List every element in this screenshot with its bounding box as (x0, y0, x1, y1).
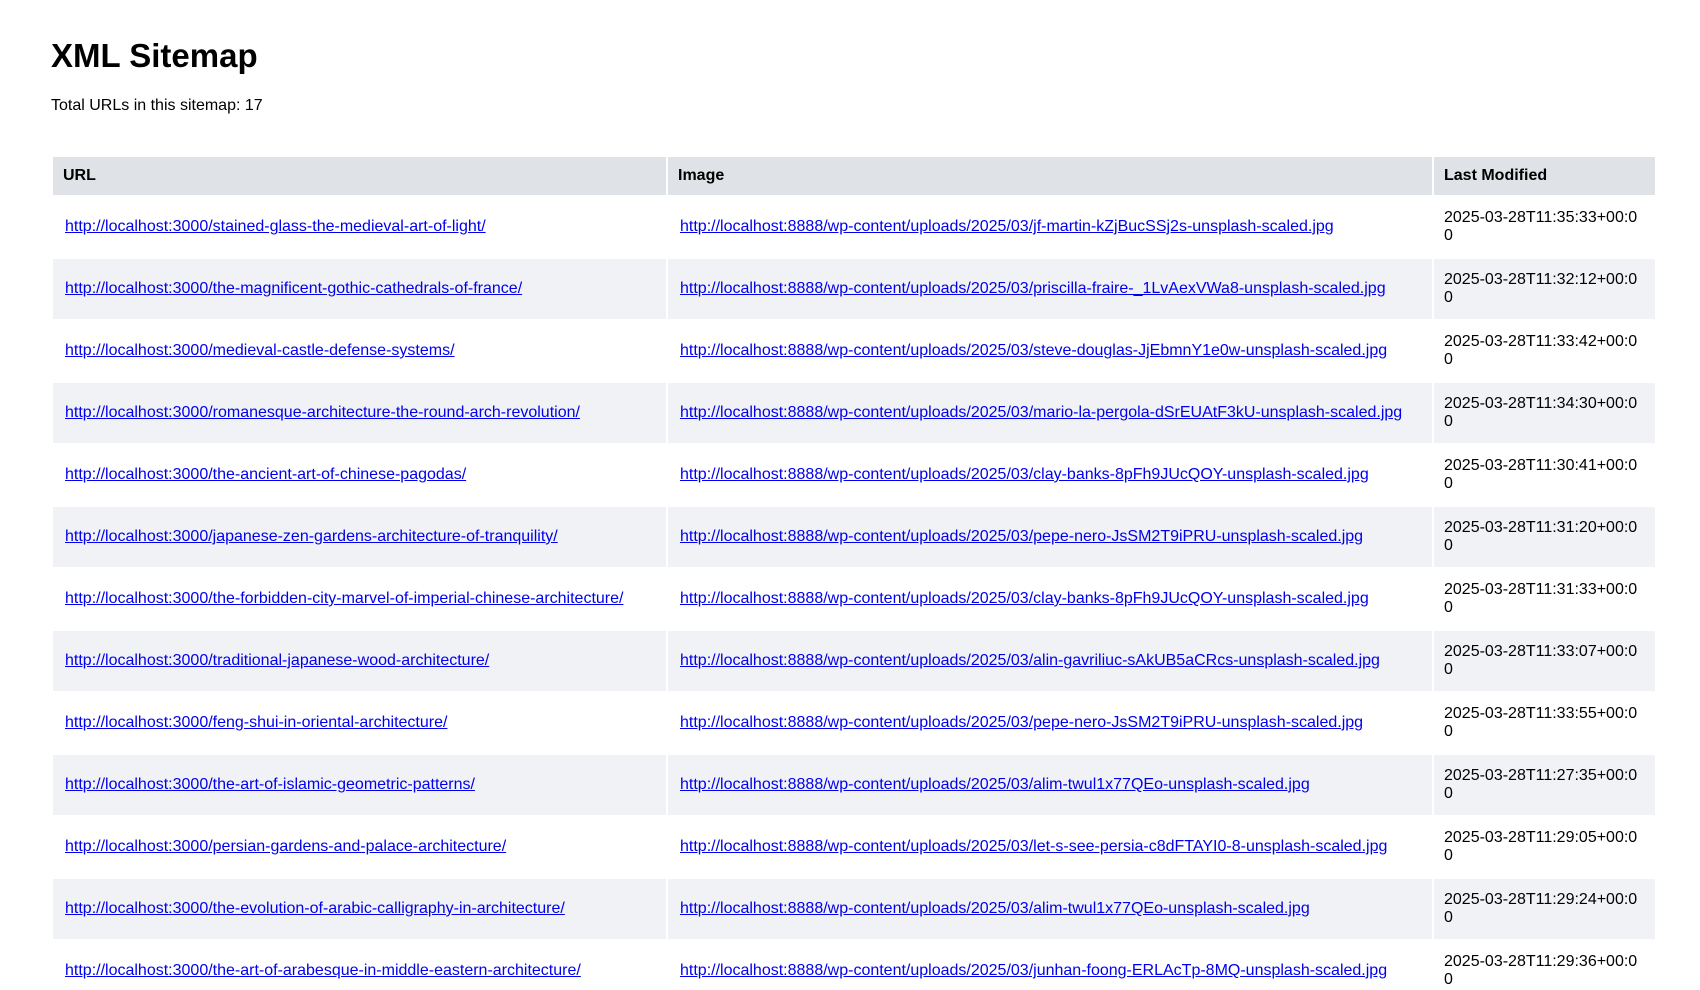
column-header-last-modified: Last Modified (1434, 157, 1655, 195)
page-url-link[interactable]: http://localhost:3000/traditional-japane… (65, 652, 489, 669)
url-cell: http://localhost:3000/the-art-of-islamic… (53, 755, 666, 815)
table-row: http://localhost:3000/the-evolution-of-a… (53, 879, 1655, 939)
last-modified-cell: 2025-03-28T11:27:35+00:00 (1434, 755, 1655, 815)
image-cell: http://localhost:8888/wp-content/uploads… (668, 507, 1432, 567)
url-cell: http://localhost:3000/the-evolution-of-a… (53, 879, 666, 939)
page-url-link[interactable]: http://localhost:3000/the-magnificent-go… (65, 280, 522, 297)
page-url-link[interactable]: http://localhost:3000/the-forbidden-city… (65, 590, 623, 607)
image-url-link[interactable]: http://localhost:8888/wp-content/uploads… (680, 776, 1310, 793)
image-url-link[interactable]: http://localhost:8888/wp-content/uploads… (680, 280, 1386, 297)
image-url-link[interactable]: http://localhost:8888/wp-content/uploads… (680, 528, 1363, 545)
table-row: http://localhost:3000/the-art-of-islamic… (53, 755, 1655, 815)
image-cell: http://localhost:8888/wp-content/uploads… (668, 879, 1432, 939)
url-cell: http://localhost:3000/stained-glass-the-… (53, 197, 666, 257)
image-cell: http://localhost:8888/wp-content/uploads… (668, 755, 1432, 815)
page-url-link[interactable]: http://localhost:3000/medieval-castle-de… (65, 342, 455, 359)
table-row: http://localhost:3000/the-ancient-art-of… (53, 445, 1655, 505)
image-cell: http://localhost:8888/wp-content/uploads… (668, 631, 1432, 691)
sitemap-page: XML Sitemap Total URLs in this sitemap: … (0, 0, 1700, 990)
image-cell: http://localhost:8888/wp-content/uploads… (668, 383, 1432, 443)
last-modified-cell: 2025-03-28T11:31:33+00:00 (1434, 569, 1655, 629)
table-header-row: URL Image Last Modified (53, 157, 1655, 195)
page-url-link[interactable]: http://localhost:3000/persian-gardens-an… (65, 838, 506, 855)
image-cell: http://localhost:8888/wp-content/uploads… (668, 817, 1432, 877)
table-row: http://localhost:3000/traditional-japane… (53, 631, 1655, 691)
url-cell: http://localhost:3000/feng-shui-in-orien… (53, 693, 666, 753)
image-cell: http://localhost:8888/wp-content/uploads… (668, 321, 1432, 381)
image-url-link[interactable]: http://localhost:8888/wp-content/uploads… (680, 838, 1387, 855)
url-cell: http://localhost:3000/romanesque-archite… (53, 383, 666, 443)
last-modified-cell: 2025-03-28T11:29:24+00:00 (1434, 879, 1655, 939)
page-url-link[interactable]: http://localhost:3000/romanesque-archite… (65, 404, 580, 421)
image-cell: http://localhost:8888/wp-content/uploads… (668, 569, 1432, 629)
table-row: http://localhost:3000/feng-shui-in-orien… (53, 693, 1655, 753)
image-url-link[interactable]: http://localhost:8888/wp-content/uploads… (680, 590, 1369, 607)
table-row: http://localhost:3000/romanesque-archite… (53, 383, 1655, 443)
page-url-link[interactable]: http://localhost:3000/japanese-zen-garde… (65, 528, 558, 545)
page-url-link[interactable]: http://localhost:3000/the-evolution-of-a… (65, 900, 565, 917)
last-modified-cell: 2025-03-28T11:31:20+00:00 (1434, 507, 1655, 567)
image-url-link[interactable]: http://localhost:8888/wp-content/uploads… (680, 404, 1402, 421)
table-row: http://localhost:3000/persian-gardens-an… (53, 817, 1655, 877)
image-cell: http://localhost:8888/wp-content/uploads… (668, 445, 1432, 505)
image-url-link[interactable]: http://localhost:8888/wp-content/uploads… (680, 900, 1310, 917)
url-cell: http://localhost:3000/traditional-japane… (53, 631, 666, 691)
image-cell: http://localhost:8888/wp-content/uploads… (668, 941, 1432, 990)
column-header-url: URL (53, 157, 666, 195)
url-cell: http://localhost:3000/the-magnificent-go… (53, 259, 666, 319)
image-cell: http://localhost:8888/wp-content/uploads… (668, 693, 1432, 753)
page-url-link[interactable]: http://localhost:3000/the-art-of-arabesq… (65, 962, 581, 979)
image-url-link[interactable]: http://localhost:8888/wp-content/uploads… (680, 218, 1334, 235)
page-url-link[interactable]: http://localhost:3000/the-ancient-art-of… (65, 466, 466, 483)
url-cell: http://localhost:3000/medieval-castle-de… (53, 321, 666, 381)
sitemap-table: URL Image Last Modified http://localhost… (51, 155, 1657, 990)
image-url-link[interactable]: http://localhost:8888/wp-content/uploads… (680, 466, 1369, 483)
image-cell: http://localhost:8888/wp-content/uploads… (668, 197, 1432, 257)
last-modified-cell: 2025-03-28T11:34:30+00:00 (1434, 383, 1655, 443)
table-row: http://localhost:3000/stained-glass-the-… (53, 197, 1655, 257)
page-url-link[interactable]: http://localhost:3000/stained-glass-the-… (65, 218, 486, 235)
url-cell: http://localhost:3000/japanese-zen-garde… (53, 507, 666, 567)
url-count-text: Total URLs in this sitemap: 17 (51, 97, 263, 114)
last-modified-cell: 2025-03-28T11:30:41+00:00 (1434, 445, 1655, 505)
page-url-link[interactable]: http://localhost:3000/feng-shui-in-orien… (65, 714, 447, 731)
table-row: http://localhost:3000/the-magnificent-go… (53, 259, 1655, 319)
image-url-link[interactable]: http://localhost:8888/wp-content/uploads… (680, 714, 1363, 731)
column-header-image: Image (668, 157, 1432, 195)
table-row: http://localhost:3000/the-forbidden-city… (53, 569, 1655, 629)
page-url-link[interactable]: http://localhost:3000/the-art-of-islamic… (65, 776, 475, 793)
table-row: http://localhost:3000/japanese-zen-garde… (53, 507, 1655, 567)
last-modified-cell: 2025-03-28T11:29:36+00:00 (1434, 941, 1655, 990)
last-modified-cell: 2025-03-28T11:32:12+00:00 (1434, 259, 1655, 319)
last-modified-cell: 2025-03-28T11:33:42+00:00 (1434, 321, 1655, 381)
image-url-link[interactable]: http://localhost:8888/wp-content/uploads… (680, 342, 1387, 359)
image-url-link[interactable]: http://localhost:8888/wp-content/uploads… (680, 962, 1387, 979)
image-cell: http://localhost:8888/wp-content/uploads… (668, 259, 1432, 319)
image-url-link[interactable]: http://localhost:8888/wp-content/uploads… (680, 652, 1380, 669)
table-row: http://localhost:3000/the-art-of-arabesq… (53, 941, 1655, 990)
last-modified-cell: 2025-03-28T11:33:55+00:00 (1434, 693, 1655, 753)
last-modified-cell: 2025-03-28T11:33:07+00:00 (1434, 631, 1655, 691)
last-modified-cell: 2025-03-28T11:35:33+00:00 (1434, 197, 1655, 257)
url-cell: http://localhost:3000/persian-gardens-an… (53, 817, 666, 877)
url-cell: http://localhost:3000/the-ancient-art-of… (53, 445, 666, 505)
last-modified-cell: 2025-03-28T11:29:05+00:00 (1434, 817, 1655, 877)
table-row: http://localhost:3000/medieval-castle-de… (53, 321, 1655, 381)
url-cell: http://localhost:3000/the-art-of-arabesq… (53, 941, 666, 990)
page-title: XML Sitemap (51, 37, 258, 74)
url-cell: http://localhost:3000/the-forbidden-city… (53, 569, 666, 629)
